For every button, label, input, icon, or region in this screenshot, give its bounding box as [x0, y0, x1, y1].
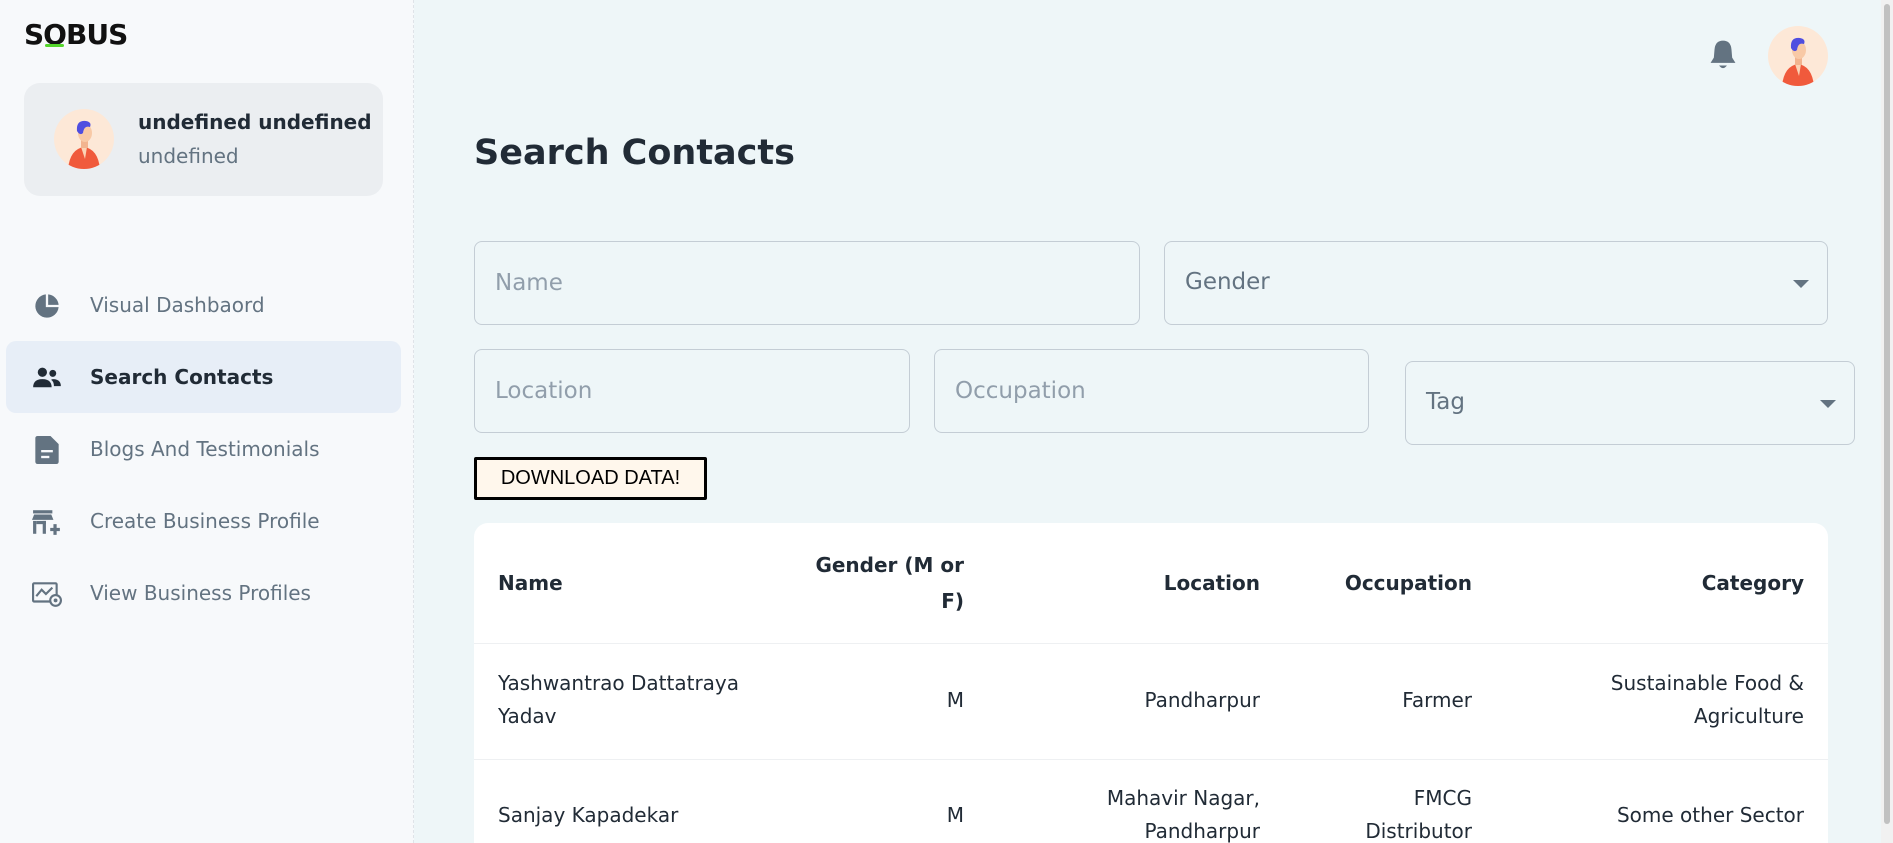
page-scrollbar[interactable] [1881, 0, 1893, 843]
bell-icon[interactable] [1707, 38, 1739, 72]
people-icon [32, 363, 62, 393]
cell-occupation-line1: FMCG [1413, 786, 1472, 810]
column-header-name[interactable]: Name [498, 565, 563, 601]
sidebar-item-create-business-profile[interactable]: Create Business Profile [6, 485, 401, 557]
column-header-gender-line2: F) [941, 589, 964, 613]
sidebar-item-label: Blogs And Testimonials [90, 437, 320, 461]
cell-category: Sustainable Food & Agriculture [1611, 667, 1804, 733]
sidebar-item-view-business-profiles[interactable]: View Business Profiles [6, 557, 401, 629]
user-avatar-icon[interactable] [1768, 26, 1828, 86]
table-header: Name Gender (M or F) Location Occupation… [474, 523, 1828, 644]
user-avatar-icon [54, 109, 114, 169]
cell-category-line2: Agriculture [1694, 704, 1804, 728]
cell-name-line1: Yashwantrao Dattatraya [498, 671, 740, 695]
sidebar-item-label: Visual Dashbaord [90, 293, 265, 317]
logo-text-right: BUS [65, 18, 128, 51]
cell-location-line2: Pandharpur [1144, 819, 1260, 843]
table-row[interactable]: Sanjay Kapadekar M Mahavir Nagar, Pandha… [474, 760, 1828, 843]
main-content: Search Contacts Gender Tag DOWNLOAD DATA… [414, 123, 1893, 843]
page-title: Search Contacts [474, 133, 795, 173]
sidebar-item-label: Search Contacts [90, 365, 274, 389]
pie-chart-icon [32, 291, 62, 321]
tag-select[interactable]: Tag [1405, 361, 1855, 445]
logo-text-left: S [24, 18, 44, 51]
gender-select-label: Gender [1185, 269, 1270, 295]
contacts-table: Name Gender (M or F) Location Occupation… [474, 523, 1828, 843]
cell-name: Yashwantrao Dattatraya Yadav [498, 667, 739, 733]
sidebar-item-label: View Business Profiles [90, 581, 311, 605]
sidebar: SOBUS undefined undefined undefined Visu… [0, 0, 414, 843]
logo[interactable]: SOBUS [24, 18, 128, 51]
location-input[interactable] [475, 350, 909, 432]
occupation-input[interactable] [935, 350, 1368, 432]
column-header-location[interactable]: Location [1164, 565, 1260, 601]
account-role: undefined [138, 144, 239, 168]
column-header-gender[interactable]: Gender (M or F) [764, 547, 964, 619]
cell-category: Some other Sector [1616, 803, 1804, 827]
cell-location-line1: Mahavir Nagar, [1106, 786, 1260, 810]
download-data-button[interactable]: DOWNLOAD DATA! [474, 457, 707, 500]
cell-name: Sanjay Kapadekar [498, 803, 679, 827]
sidebar-nav: Visual Dashbaord Search Contacts Blogs A… [6, 269, 401, 629]
sidebar-item-visual-dashboard[interactable]: Visual Dashbaord [6, 269, 401, 341]
cell-location: Pandharpur [1144, 688, 1260, 712]
cell-location: Mahavir Nagar, Pandharpur [1107, 782, 1260, 843]
cell-name-line2: Yadav [498, 704, 557, 728]
column-header-gender-line1: Gender (M or [815, 553, 964, 577]
logo-text-accent: O [43, 18, 67, 51]
cell-occupation: FMCG Distributor [1365, 782, 1472, 843]
app-root: SOBUS undefined undefined undefined Visu… [0, 0, 1893, 843]
column-header-category[interactable]: Category [1702, 565, 1804, 601]
occupation-field[interactable] [934, 349, 1369, 433]
table-row[interactable]: Yashwantrao Dattatraya Yadav M Pandharpu… [474, 644, 1828, 760]
column-header-occupation[interactable]: Occupation [1345, 565, 1472, 601]
cell-gender: M [946, 803, 964, 827]
name-input[interactable] [475, 242, 1139, 324]
chevron-down-icon [1820, 400, 1836, 408]
location-field[interactable] [474, 349, 910, 433]
cell-category-line1: Sustainable Food & [1610, 671, 1804, 695]
account-name: undefined undefined [138, 110, 372, 134]
monitor-view-icon [32, 579, 62, 609]
name-field[interactable] [474, 241, 1140, 325]
gender-select[interactable]: Gender [1164, 241, 1828, 325]
account-card[interactable]: undefined undefined undefined [24, 83, 383, 196]
chevron-down-icon [1793, 280, 1809, 288]
cell-occupation: Farmer [1402, 688, 1472, 712]
sidebar-item-label: Create Business Profile [90, 509, 320, 533]
cell-gender: M [946, 688, 964, 712]
document-icon [32, 435, 62, 465]
cell-occupation-line2: Distributor [1365, 819, 1472, 843]
add-store-icon [32, 507, 62, 537]
top-header [414, 0, 1893, 123]
sidebar-item-search-contacts[interactable]: Search Contacts [6, 341, 401, 413]
tag-select-label: Tag [1426, 389, 1465, 415]
sidebar-item-blogs-testimonials[interactable]: Blogs And Testimonials [6, 413, 401, 485]
scrollbar-thumb[interactable] [1884, 4, 1890, 824]
